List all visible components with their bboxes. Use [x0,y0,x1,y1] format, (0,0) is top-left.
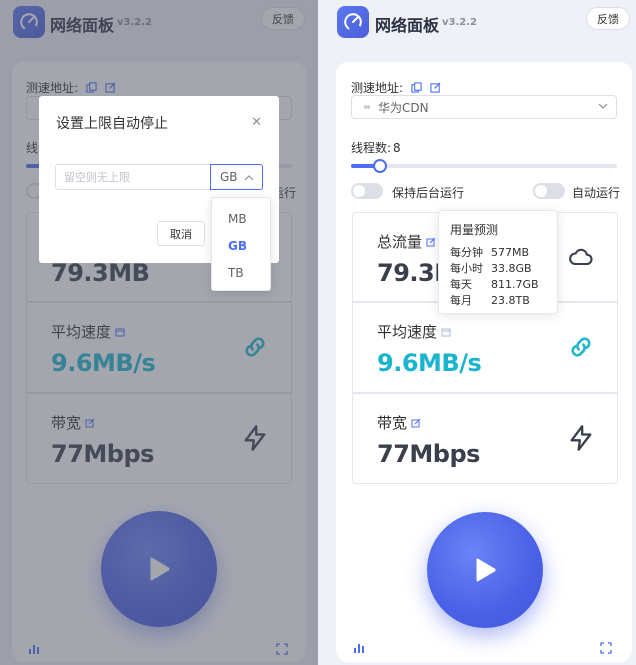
unit-option-gb[interactable]: GB [228,239,247,253]
address-value: 华为CDN [378,100,429,115]
threads-slider-right[interactable] [351,159,617,173]
unit-option-mb[interactable]: MB [228,212,247,226]
avg-speed-title-right: 平均速度 [377,321,451,342]
threads-label: 线程数: [351,141,392,155]
calendar-icon[interactable] [441,327,451,337]
app-version-right: v3.2.2 [442,17,477,28]
edit-small-icon[interactable] [411,418,421,428]
limit-input[interactable]: 留空则无上限 [55,164,211,190]
copy-icon[interactable] [411,82,422,93]
cloud-icon [569,248,593,266]
address-select-right[interactable]: 华为CDN [351,95,617,119]
address-label: 测速地址: [351,81,404,95]
bandwidth-title-right: 带宽 [377,412,421,433]
threads-label-row: 线程数: 8 [351,139,401,156]
bandwidth-label: 带宽 [377,414,408,432]
gauge-icon [344,13,362,31]
edit-icon[interactable] [430,82,441,93]
edit-small-icon[interactable] [426,237,436,247]
threads-slider-knob[interactable] [373,159,387,173]
link-icon [571,337,591,357]
fullscreen-icon[interactable] [600,642,612,654]
app-title-right: 网络面板 [375,16,440,35]
auto-run-label: 自动运行 [572,186,621,200]
lightning-icon [570,425,592,451]
total-traffic-label: 总流量 [377,233,423,251]
avg-speed-value: 9.6MB/s [377,349,482,377]
unit-select-value: GB [220,170,238,184]
unit-option-tb[interactable]: TB [228,266,244,280]
bg-run-label: 保持后台运行 [392,186,465,200]
close-icon[interactable]: ✕ [251,115,262,130]
forecast-row: 每天 811.7GB [450,278,539,291]
forecast-row: 每月 23.8TB [450,294,530,307]
app-logo-right [337,6,369,38]
forecast-row: 每小时 33.8GB [450,262,532,275]
unit-select[interactable]: GB [210,164,263,190]
usage-forecast-tooltip: 用量预测 每分钟 577MB 每小时 33.8GB 每天 811.7GB 每月 23.8… [438,210,558,314]
forecast-title: 用量预测 [450,223,499,237]
address-label-row-right: 测速地址: [351,79,441,96]
bandwidth-box-right: 带宽 77Mbps [352,393,618,484]
dialog-title: 设置上限自动停止 [56,116,168,132]
bandwidth-value: 77Mbps [377,440,480,468]
total-traffic-title: 总流量 [377,231,436,252]
forecast-row: 每分钟 577MB [450,246,530,259]
chart-bars-icon[interactable] [353,642,365,654]
link-small-icon [364,104,370,110]
left-panel: 网络面板 v3.2.2 反馈 测速地址: 线 运行 79.3MB 平均速度 9.… [0,0,318,665]
app-header-right: 网络面板 v3.2.2 反馈 [322,0,636,46]
start-test-button-right[interactable] [427,512,543,628]
chevron-up-icon [244,175,254,181]
cancel-button[interactable]: 取消 [157,221,205,246]
avg-speed-label: 平均速度 [377,323,438,341]
unit-dropdown: MB GB TB [211,197,271,291]
threads-value: 8 [393,140,401,155]
feedback-button-right[interactable]: 反馈 [586,7,630,30]
play-icon [476,558,496,582]
bg-run-switch-right[interactable] [351,183,383,199]
avg-speed-box-right: 平均速度 9.6MB/s [352,302,618,393]
chevron-down-icon [598,103,608,109]
auto-run-switch[interactable] [533,183,565,199]
right-panel: 网络面板 v3.2.2 反馈 测速地址: 华为CDN 线程数: 8 保持后台运行… [322,0,636,665]
